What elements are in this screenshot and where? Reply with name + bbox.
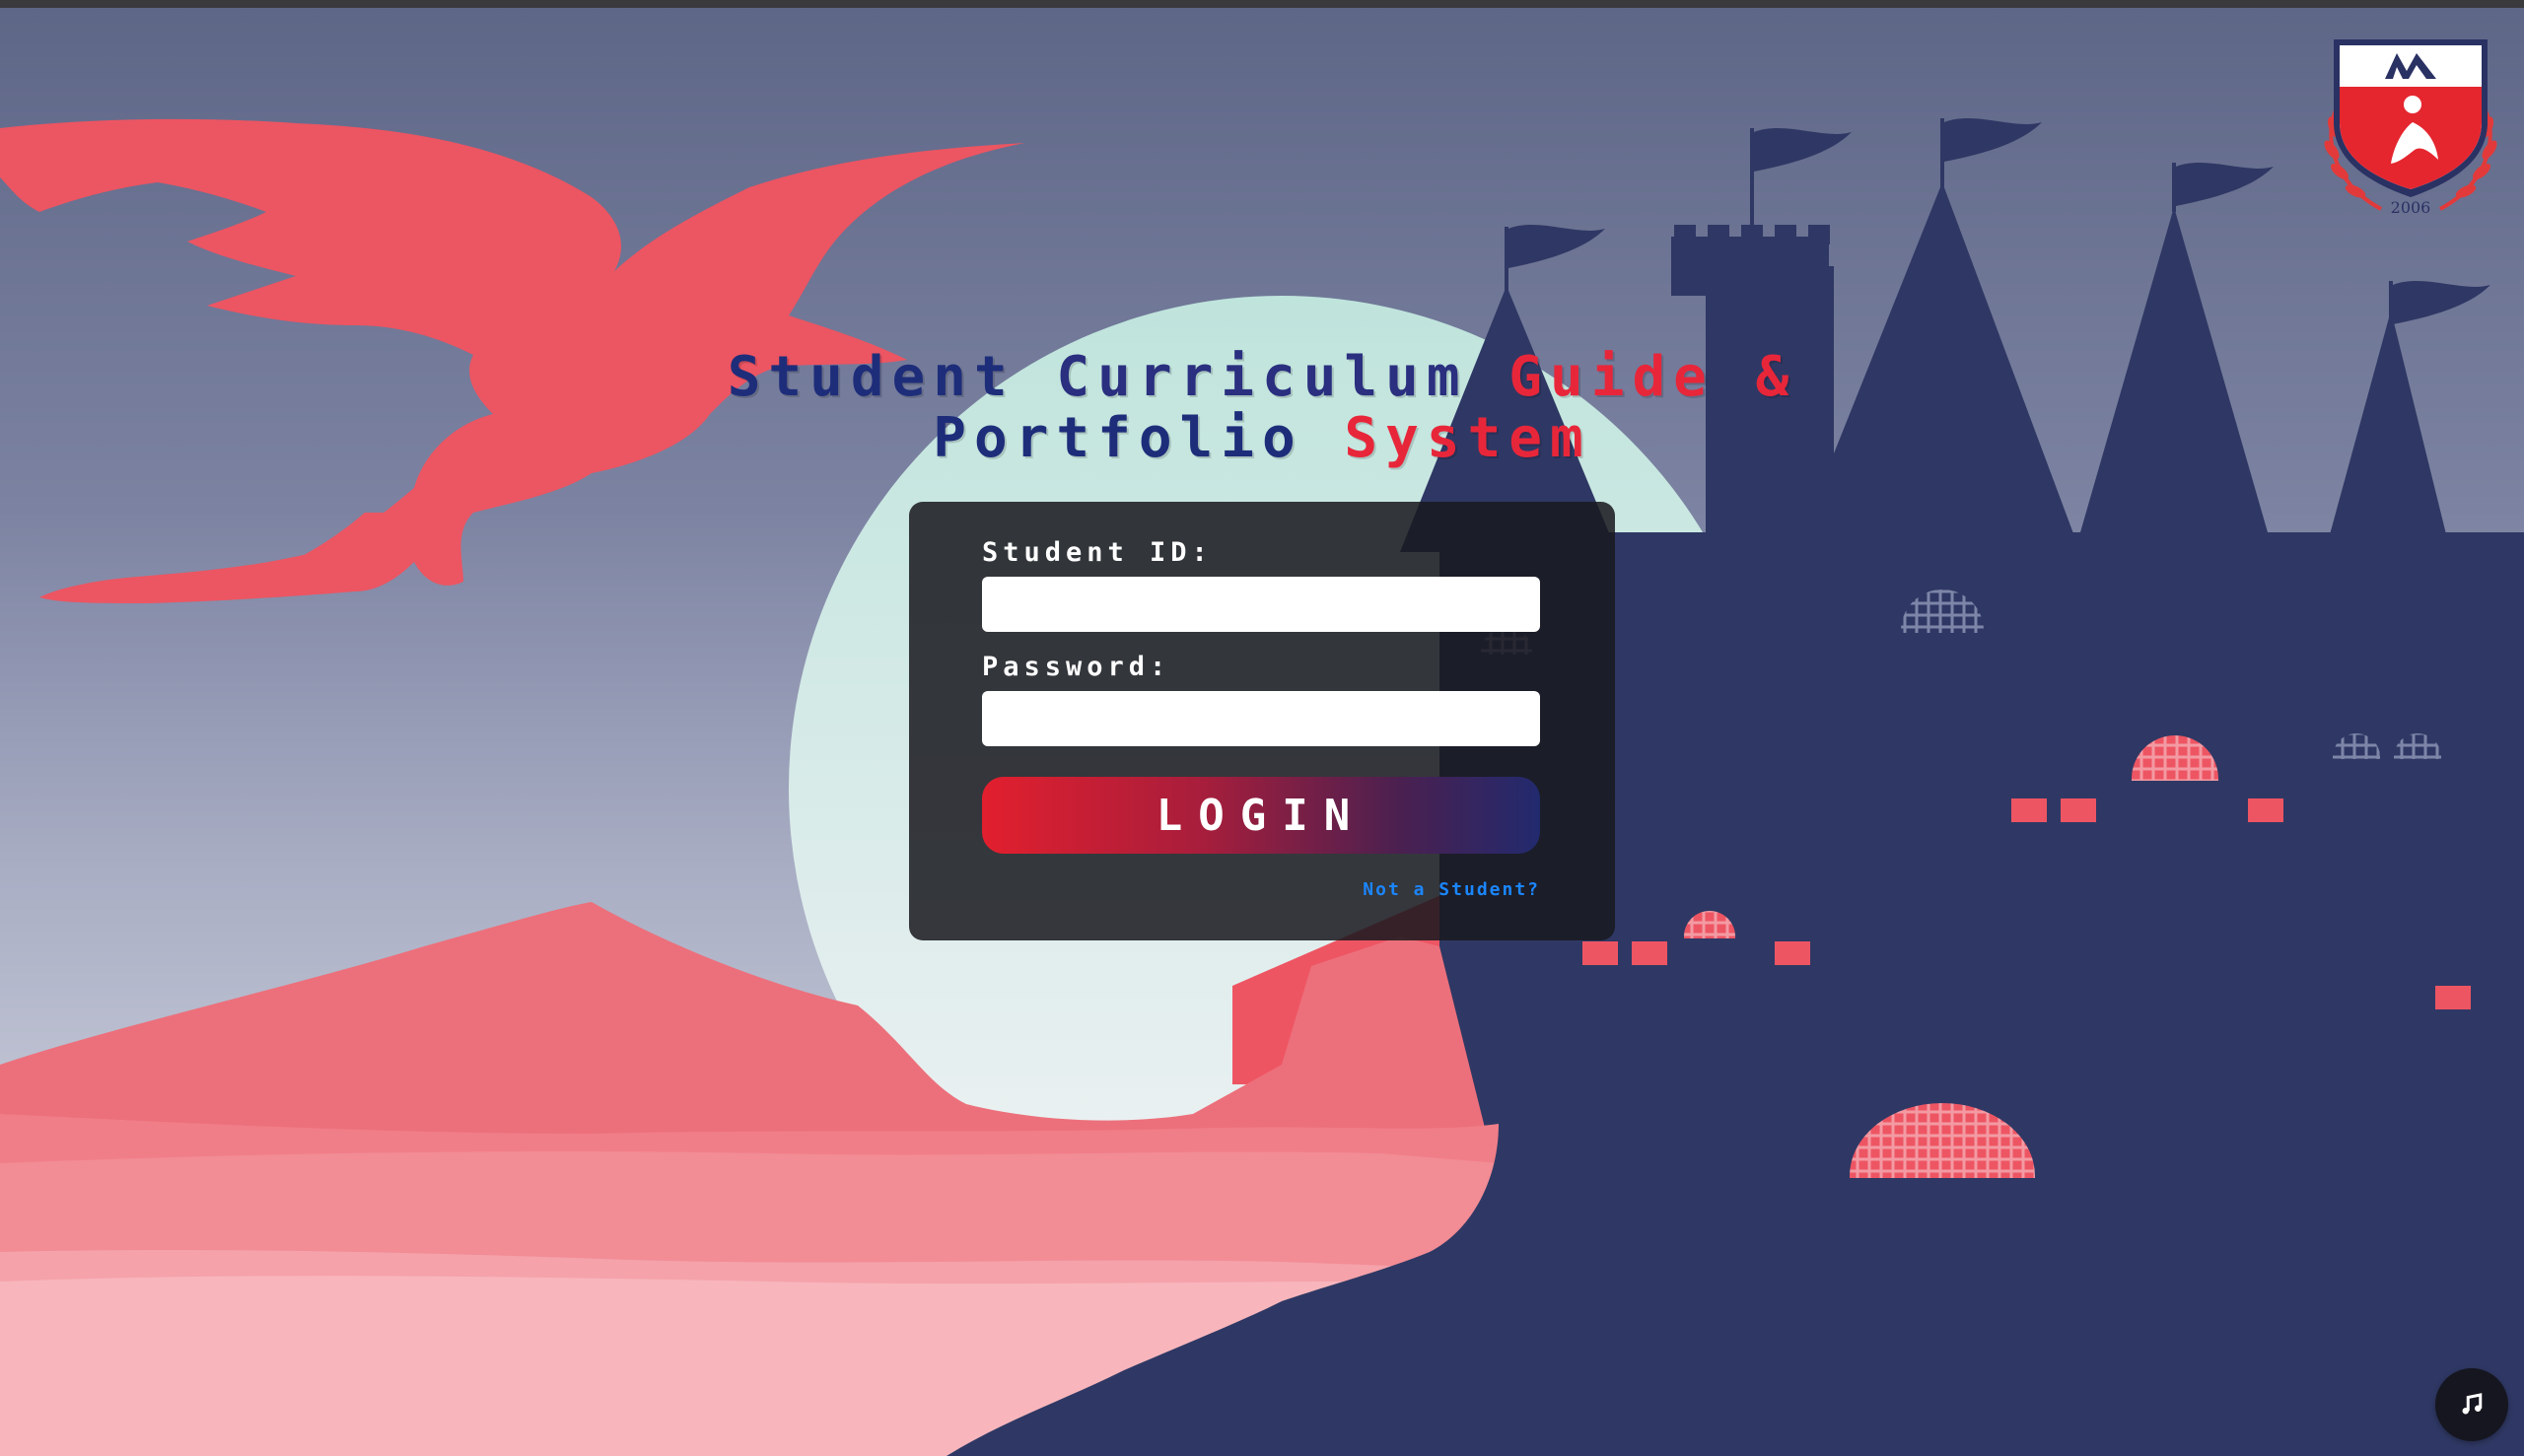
student-id-input[interactable]	[982, 577, 1540, 632]
music-note-icon	[2462, 1393, 2483, 1415]
title-word: Curriculum	[1056, 345, 1468, 409]
title-word: &	[1755, 345, 1797, 409]
school-crest-icon: 2006	[2324, 39, 2497, 217]
student-id-label: Student ID:	[982, 537, 1213, 568]
title-word: Portfolio	[933, 406, 1303, 470]
password-label: Password:	[982, 652, 1171, 682]
login-button[interactable]: LOGIN	[982, 777, 1540, 854]
not-a-student-link[interactable]: Not a Student?	[1363, 879, 1540, 900]
password-input[interactable]	[982, 691, 1540, 746]
title-word: System	[1344, 406, 1591, 470]
music-toggle-button[interactable]	[2435, 1368, 2508, 1441]
login-panel: Student ID: Password: LOGIN Not a Studen…	[909, 502, 1615, 940]
title-word: Student	[727, 345, 1016, 409]
crest-year: 2006	[2391, 198, 2431, 217]
title-word: Guide	[1508, 345, 1715, 409]
page-title: Student Curriculum Guide & Portfolio Sys…	[493, 347, 2031, 469]
